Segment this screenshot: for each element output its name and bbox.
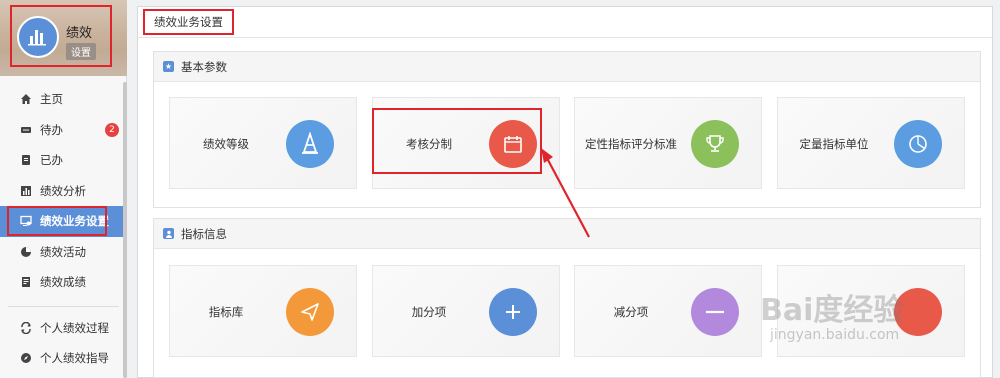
card-label: 加分项 bbox=[411, 305, 447, 319]
plus-icon bbox=[489, 288, 537, 336]
sidebar-item-analysis[interactable]: 绩效分析 bbox=[0, 176, 127, 207]
card-label: 定性指标评分标准 bbox=[585, 137, 677, 151]
sidebar-nav: 主页 待办 2 已办 绩效分析 绩效业务设置 绩效活动 绩效成绩 个人绩效过程 … bbox=[0, 84, 127, 374]
sidebar-item-label: 个人绩效过程 bbox=[40, 320, 109, 335]
todo-icon bbox=[20, 124, 32, 136]
section-title: 指标信息 bbox=[181, 226, 227, 241]
sidebar-scrollbar[interactable] bbox=[123, 82, 127, 378]
sidebar-item-label: 已办 bbox=[40, 153, 63, 168]
sidebar-item-activities[interactable]: 绩效活动 bbox=[0, 237, 127, 268]
card-indicator-library[interactable]: 指标库 bbox=[169, 265, 357, 357]
sidebar-item-done[interactable]: 已办 bbox=[0, 145, 127, 176]
card-label: 减分项 bbox=[613, 305, 649, 319]
todo-count-badge: 2 bbox=[105, 122, 119, 137]
sidebar-item-label: 绩效活动 bbox=[40, 244, 86, 259]
breadcrumb: 绩效业务设置 bbox=[143, 9, 234, 35]
sidebar-divider bbox=[8, 305, 119, 307]
card-qualitative-standard[interactable]: 定性指标评分标准 bbox=[574, 97, 762, 189]
highlight-box bbox=[10, 5, 112, 67]
section-header: ★ 基本参数 bbox=[154, 52, 980, 82]
header-divider bbox=[138, 37, 992, 38]
cone-icon bbox=[286, 120, 334, 168]
minus-icon bbox=[691, 288, 739, 336]
sidebar-item-label: 绩效分析 bbox=[40, 183, 86, 198]
sidebar-item-label: 绩效成绩 bbox=[40, 275, 86, 290]
sidebar-item-results[interactable]: 绩效成绩 bbox=[0, 267, 127, 298]
card-deduction-items[interactable]: 减分项 bbox=[574, 265, 762, 357]
card-performance-level[interactable]: 绩效等级 bbox=[169, 97, 357, 189]
section-title: 基本参数 bbox=[181, 59, 227, 74]
pie-clock-icon bbox=[894, 120, 942, 168]
sidebar-item-personal-guidance[interactable]: 个人绩效指导 bbox=[0, 343, 127, 374]
sidebar-item-home[interactable]: 主页 bbox=[0, 84, 127, 115]
pie-icon bbox=[20, 246, 32, 258]
bar-chart-icon bbox=[20, 185, 32, 197]
report-icon bbox=[20, 276, 32, 288]
refresh-icon bbox=[20, 321, 32, 334]
card-label: 绩效等级 bbox=[203, 137, 249, 151]
section-header: 指标信息 bbox=[154, 219, 980, 249]
sidebar-item-todo[interactable]: 待办 2 bbox=[0, 115, 127, 146]
sidebar-item-label: 个人绩效指导 bbox=[40, 351, 109, 366]
home-icon bbox=[20, 93, 32, 105]
sidebar-item-business-settings[interactable]: 绩效业务设置 bbox=[0, 206, 127, 237]
card-label: 定量指标单位 bbox=[799, 137, 869, 151]
highlight-box bbox=[7, 206, 107, 236]
paper-plane-icon bbox=[286, 288, 334, 336]
sidebar-item-label: 待办 bbox=[40, 122, 63, 137]
star-icon: ★ bbox=[163, 61, 174, 72]
watermark-brand: Bai度经验 bbox=[760, 293, 904, 328]
done-icon bbox=[20, 154, 32, 166]
trophy-icon bbox=[691, 120, 739, 168]
user-icon bbox=[163, 228, 174, 239]
card-quantitative-unit[interactable]: 定量指标单位 bbox=[777, 97, 965, 189]
watermark-url: jingyan.baidu.com bbox=[770, 327, 900, 343]
highlight-box bbox=[372, 108, 542, 174]
sidebar: 绩效 设置 主页 待办 2 已办 绩效分析 绩效业务设置 绩效活动 绩效成绩 个… bbox=[0, 0, 127, 378]
compass-icon bbox=[20, 352, 32, 364]
card-label: 指标库 bbox=[208, 305, 244, 319]
sidebar-item-personal-process[interactable]: 个人绩效过程 bbox=[0, 313, 127, 344]
sidebar-item-label: 主页 bbox=[40, 92, 63, 107]
card-bonus-items[interactable]: 加分项 bbox=[372, 265, 560, 357]
